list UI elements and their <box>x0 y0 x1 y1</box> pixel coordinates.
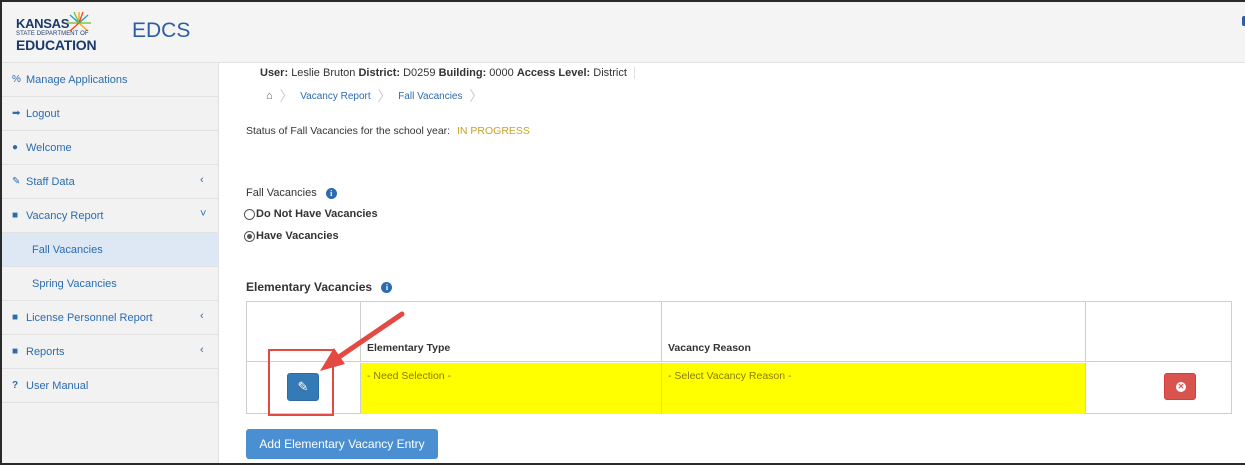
district-label: District: <box>358 67 401 79</box>
sidebar-item-label: Spring Vacancies <box>32 278 117 290</box>
sidebar-item-label: Fall Vacancies <box>32 244 103 256</box>
chevron-right-icon: 〉 <box>377 88 392 104</box>
chevron-left-icon: ‹ <box>200 310 204 322</box>
table-header-cell: Elementary Type <box>361 302 662 362</box>
column-header-elementary-type: Elementary Type <box>367 342 451 354</box>
radio-label: Do Not Have Vacancies <box>256 208 378 220</box>
chevron-right-icon: 〉 <box>469 88 484 104</box>
radio-button[interactable] <box>244 208 255 220</box>
vacancy-reason-value: - Select Vacancy Reason - <box>668 370 792 382</box>
app-title: EDCS <box>132 19 191 42</box>
logo-line1: KANSAS <box>16 16 70 31</box>
radio-label: Have Vacancies <box>256 230 339 242</box>
sign-out-icon: ➡ <box>12 108 21 119</box>
sidebar-item-label: License Personnel Report <box>26 312 153 324</box>
table-header-cell: Vacancy Reason <box>662 302 1086 362</box>
sidebar-item-label: User Manual <box>26 380 89 392</box>
status-line: Status of Fall Vacancies for the school … <box>246 125 530 137</box>
logo-line3: EDUCATION <box>16 37 97 53</box>
question-icon: ? <box>12 380 19 391</box>
sidebar-item-license-personnel-report[interactable]: ■ License Personnel Report ‹ <box>2 301 219 335</box>
breadcrumb: ⌂ 〉 Vacancy Report 〉 Fall Vacancies 〉 <box>266 86 487 106</box>
elementary-type-value: - Need Selection - <box>367 370 452 382</box>
sidebar-item-label: Vacancy Report <box>26 210 104 222</box>
table-cell-vacancy-reason[interactable]: - Select Vacancy Reason - <box>662 363 1086 414</box>
breadcrumb-item-fall-vacancies[interactable]: Fall Vacancies <box>398 91 462 102</box>
main-content: User: Leslie Bruton District: D0259 Buil… <box>220 63 1245 463</box>
user-label: User: <box>260 67 289 79</box>
divider <box>633 67 635 80</box>
sidebar-item-label: Welcome <box>26 142 72 154</box>
sidebar-item-staff-data[interactable]: ✎ Staff Data ‹ <box>2 165 219 199</box>
section-title-text: Elementary Vacancies <box>246 280 373 294</box>
chevron-left-icon: ‹ <box>200 174 204 186</box>
app-window: KANSAS STATE DEPARTMENT OF EDUCATION EDC… <box>0 0 1245 465</box>
access-level-value: District <box>593 67 627 79</box>
building-label: Building: <box>438 67 487 79</box>
delete-button[interactable]: ✕ <box>1164 373 1196 400</box>
annotation-highlight-box <box>268 349 334 416</box>
building-value: 0000 <box>489 67 514 79</box>
sidebar-item-vacancy-report[interactable]: ■ Vacancy Report ˅ <box>2 199 219 233</box>
times-circle-icon: ✕ <box>1176 382 1186 392</box>
status-value: IN PROGRESS <box>457 125 530 137</box>
sidebar-item-label: Logout <box>26 108 60 120</box>
sidebar-item-welcome[interactable]: ● Welcome <box>2 131 219 165</box>
chevron-down-icon: ˅ <box>200 208 207 220</box>
table-header-cell <box>1086 302 1231 362</box>
ksde-logo[interactable]: KANSAS STATE DEPARTMENT OF EDUCATION <box>16 11 126 55</box>
sidebar-item-manage-applications[interactable]: % Manage Applications <box>2 63 219 97</box>
pencil-icon: ✎ <box>12 176 21 187</box>
header: KANSAS STATE DEPARTMENT OF EDUCATION EDC… <box>2 2 1245 63</box>
column-header-vacancy-reason: Vacancy Reason <box>668 342 751 354</box>
chevron-right-icon: 〉 <box>279 88 294 104</box>
elementary-vacancies-table: Elementary Type Vacancy Reason ✎ - Need … <box>246 301 1232 414</box>
table-header-row: Elementary Type Vacancy Reason <box>247 302 1231 362</box>
table-cell-delete: ✕ <box>1086 363 1231 414</box>
access-level-label: Access Level: <box>516 67 591 79</box>
sidebar-item-logout[interactable]: ➡ Logout <box>2 97 219 131</box>
district-value: D0259 <box>403 67 436 79</box>
sidebar-item-label: Staff Data <box>26 176 75 188</box>
sidebar: % Manage Applications ➡ Logout ● Welcome… <box>2 63 219 463</box>
fall-vacancies-text: Fall Vacancies <box>246 187 317 199</box>
users-icon: ● <box>12 142 19 153</box>
sidebar-item-label: Manage Applications <box>26 74 128 86</box>
radio-have-vacancies[interactable]: Have Vacancies <box>244 230 339 244</box>
sidebar-item-user-manual[interactable]: ? User Manual <box>2 369 219 403</box>
folder-icon: ■ <box>12 210 19 221</box>
user-value: Leslie Bruton <box>291 67 356 79</box>
section-title-elementary-vacancies: Elementary Vacancies i <box>246 280 393 294</box>
fall-vacancies-label: Fall Vacancies i <box>246 187 337 199</box>
info-icon[interactable]: i <box>381 282 393 294</box>
table-row: ✎ - Need Selection - - Select Vacancy Re… <box>247 363 1231 414</box>
sidebar-item-fall-vacancies[interactable]: Fall Vacancies <box>2 233 219 267</box>
sidebar-item-reports[interactable]: ■ Reports ‹ <box>2 335 219 369</box>
chevron-left-icon: ‹ <box>200 344 204 356</box>
home-icon[interactable]: ⌂ <box>266 90 273 102</box>
add-elementary-vacancy-button[interactable]: Add Elementary Vacancy Entry <box>246 429 438 459</box>
sidebar-item-spring-vacancies[interactable]: Spring Vacancies <box>2 267 219 301</box>
sidebar-item-label: Reports <box>26 346 65 358</box>
status-label: Status of Fall Vacancies for the school … <box>246 125 451 137</box>
folder-icon: ■ <box>12 346 19 357</box>
link-icon: % <box>12 74 21 85</box>
breadcrumb-item-vacancy-report[interactable]: Vacancy Report <box>300 91 370 102</box>
radio-do-not-have-vacancies[interactable]: Do Not Have Vacancies <box>244 208 378 222</box>
radio-button[interactable] <box>244 230 255 242</box>
info-icon[interactable]: i <box>325 187 337 199</box>
folder-icon: ■ <box>12 312 19 323</box>
table-cell-elementary-type[interactable]: - Need Selection - <box>361 363 662 414</box>
user-info: User: Leslie Bruton District: D0259 Buil… <box>260 67 635 80</box>
